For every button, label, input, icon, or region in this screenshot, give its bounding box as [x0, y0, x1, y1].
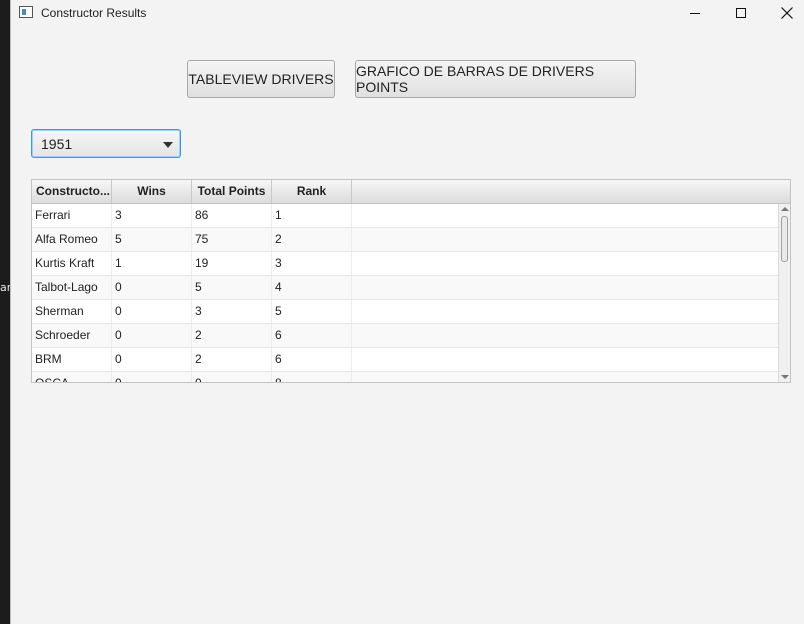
- cell-constructor: Talbot-Lago: [32, 276, 112, 299]
- app-icon: [19, 6, 33, 18]
- close-button[interactable]: [765, 0, 804, 28]
- maximize-button[interactable]: [719, 0, 763, 28]
- cell-wins: 3: [112, 204, 192, 227]
- constructor-results-table: Constructo... Wins Total Points Rank Fer…: [31, 179, 791, 383]
- cell-wins: 0: [112, 348, 192, 371]
- cell-rank: 8: [272, 372, 352, 382]
- column-header-wins[interactable]: Wins: [112, 180, 192, 203]
- minimize-button[interactable]: [673, 0, 717, 28]
- cell-wins: 0: [112, 300, 192, 323]
- cell-rank: 2: [272, 228, 352, 251]
- cell-total-points: 19: [192, 252, 272, 275]
- column-header-rank[interactable]: Rank: [272, 180, 352, 203]
- table-header: Constructo... Wins Total Points Rank: [32, 180, 790, 204]
- cell-total-points: 75: [192, 228, 272, 251]
- cell-wins: 0: [112, 324, 192, 347]
- cell-rank: 1: [272, 204, 352, 227]
- vertical-scrollbar[interactable]: [778, 204, 790, 382]
- cell-rank: 4: [272, 276, 352, 299]
- table-row[interactable]: Schroeder 0 2 6: [32, 324, 778, 348]
- year-combobox[interactable]: 1951: [31, 129, 181, 158]
- background-window-fragment: ar: [0, 281, 10, 294]
- cell-rank: 6: [272, 348, 352, 371]
- cell-rank: 6: [272, 324, 352, 347]
- scrollbar-thumb[interactable]: [781, 216, 788, 262]
- cell-constructor: BRM: [32, 348, 112, 371]
- table-row[interactable]: Kurtis Kraft 1 19 3: [32, 252, 778, 276]
- title-bar[interactable]: Constructor Results: [11, 0, 804, 28]
- cell-wins: 5: [112, 228, 192, 251]
- tableview-drivers-button[interactable]: TABLEVIEW DRIVERS: [187, 60, 335, 98]
- table-row[interactable]: OSCA 0 0 8: [32, 372, 778, 382]
- cell-total-points: 86: [192, 204, 272, 227]
- cell-constructor: Schroeder: [32, 324, 112, 347]
- cell-constructor: Kurtis Kraft: [32, 252, 112, 275]
- table-row[interactable]: Alfa Romeo 5 75 2: [32, 228, 778, 252]
- cell-wins: 0: [112, 276, 192, 299]
- table-row[interactable]: Sherman 0 3 5: [32, 300, 778, 324]
- grafico-barras-button[interactable]: GRAFICO DE BARRAS DE DRIVERS POINTS: [355, 60, 636, 98]
- cell-total-points: 2: [192, 348, 272, 371]
- app-window: Constructor Results TABLEVIEW DRIVERS GR…: [10, 0, 804, 624]
- scroll-down-arrow-icon[interactable]: [781, 375, 789, 379]
- close-icon: [781, 7, 793, 19]
- cell-rank: 3: [272, 252, 352, 275]
- cell-constructor: OSCA: [32, 372, 112, 382]
- year-selected-value: 1951: [41, 136, 73, 152]
- cell-total-points: 0: [192, 372, 272, 382]
- table-row[interactable]: Ferrari 3 86 1: [32, 204, 778, 228]
- cell-total-points: 5: [192, 276, 272, 299]
- chevron-down-icon: [163, 142, 173, 148]
- cell-total-points: 2: [192, 324, 272, 347]
- cell-wins: 0: [112, 372, 192, 382]
- window-title: Constructor Results: [41, 6, 147, 20]
- table-row[interactable]: Talbot-Lago 0 5 4: [32, 276, 778, 300]
- minimize-icon: [690, 13, 700, 14]
- table-body: Ferrari 3 86 1 Alfa Romeo 5 75 2 Kurtis …: [32, 204, 778, 382]
- cell-wins: 1: [112, 252, 192, 275]
- column-header-constructor[interactable]: Constructo...: [32, 180, 112, 203]
- table-row[interactable]: BRM 0 2 6: [32, 348, 778, 372]
- cell-rank: 5: [272, 300, 352, 323]
- cell-constructor: Alfa Romeo: [32, 228, 112, 251]
- maximize-icon: [736, 8, 746, 18]
- column-header-total-points[interactable]: Total Points: [192, 180, 272, 203]
- cell-constructor: Ferrari: [32, 204, 112, 227]
- scroll-up-arrow-icon[interactable]: [781, 207, 789, 211]
- cell-constructor: Sherman: [32, 300, 112, 323]
- cell-total-points: 3: [192, 300, 272, 323]
- desktop-background: ar: [0, 0, 10, 624]
